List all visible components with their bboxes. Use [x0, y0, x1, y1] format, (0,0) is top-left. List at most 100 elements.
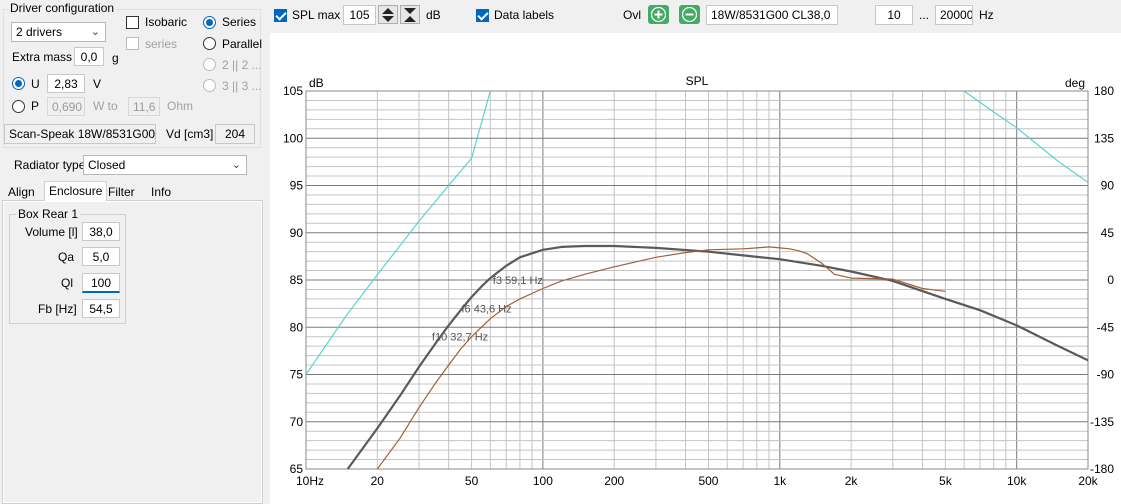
extra-mass-unit: g: [112, 51, 119, 65]
overlay-name-input[interactable]: 18W/8531G00 CL38,0: [706, 5, 838, 25]
ohm-unit: Ohm: [167, 99, 194, 113]
y-tick-label: 85: [290, 273, 304, 287]
y2-tick-label: 90: [1101, 179, 1115, 193]
chevron-down-icon: ⌄: [231, 159, 241, 171]
spl-chart[interactable]: f3 59,1 Hzf6 43,6 Hzf10 32,7 HzSPLdB deg6…: [270, 33, 1121, 504]
driver-name-field[interactable]: Scan-Speak 18W/8531G00: [4, 124, 156, 144]
db-unit: dB: [426, 8, 441, 22]
chevron-down-icon: ⌄: [90, 26, 100, 38]
data-labels-label: Data labels: [494, 8, 555, 22]
drivers-combo-value: 2 drivers: [16, 25, 63, 39]
spl-max-checkbox[interactable]: [274, 9, 287, 22]
freq-range-dots: ...: [919, 8, 930, 22]
add-overlay-button[interactable]: [648, 5, 669, 24]
p-label: P: [31, 99, 40, 113]
w-to-label: W to: [93, 99, 118, 113]
y2-tick-label: -90: [1097, 368, 1115, 382]
y-axis-label: dB: [309, 76, 324, 90]
isobaric-label: Isobaric: [145, 15, 188, 29]
y2-tick-label: -135: [1090, 415, 1114, 429]
series-sub-label: series: [145, 37, 178, 51]
arrow-up-down-icon: [382, 7, 394, 22]
opt-3x3-label: 3 || 3 ...: [222, 79, 262, 93]
data-label: f6 43,6 Hz: [461, 303, 511, 315]
spl-fit-button[interactable]: [400, 5, 420, 24]
hz-unit: Hz: [979, 8, 994, 22]
y-tick-label: 80: [290, 320, 304, 334]
fb-input[interactable]: 54,5: [82, 299, 120, 318]
drivers-combo[interactable]: 2 drivers ⌄: [11, 22, 106, 42]
x-tick-label: 5k: [939, 474, 953, 488]
u-unit: V: [93, 77, 102, 91]
vd-label: Vd [cm3]: [166, 127, 214, 141]
freq-max-input[interactable]: 20000: [935, 5, 973, 25]
radiator-type-label: Radiator type: [14, 158, 86, 172]
spl-up-down-button[interactable]: [378, 5, 398, 24]
u-input[interactable]: 2,83: [47, 74, 85, 93]
p-radio[interactable]: [12, 100, 25, 113]
x-tick-label: 20: [371, 474, 385, 488]
box-rear-title: Box Rear 1: [16, 207, 81, 221]
tab-align[interactable]: Align: [4, 183, 39, 201]
x-tick-label: 10Hz: [296, 474, 324, 488]
p-input[interactable]: 0,690: [47, 97, 85, 116]
radiator-type-value: Closed: [88, 158, 126, 172]
spl-max-label: SPL max: [292, 8, 341, 22]
ohm-input[interactable]: 11,6: [128, 97, 160, 116]
isobaric-checkbox[interactable]: [126, 16, 139, 29]
parallel-label: Parallel: [222, 37, 263, 51]
x-tick-label: 100: [533, 474, 553, 488]
y2-tick-label: -45: [1097, 320, 1115, 334]
series-label: Series: [222, 15, 257, 29]
plus-icon: [651, 7, 666, 22]
u-label: U: [31, 77, 40, 91]
data-label: f3 59,1 Hz: [493, 275, 543, 287]
chart-title: SPL: [686, 74, 709, 88]
x-tick-label: 200: [604, 474, 624, 488]
arrow-collapse-icon: [404, 7, 416, 22]
freq-min-input[interactable]: 10: [875, 5, 913, 25]
y2-tick-label: 180: [1094, 84, 1114, 98]
fb-label: Fb [Hz]: [38, 302, 77, 316]
vd-field[interactable]: 204: [215, 124, 255, 144]
qa-label: Qa: [58, 250, 75, 264]
ql-label: Ql: [61, 276, 73, 290]
y-tick-label: 70: [290, 415, 304, 429]
x-tick-label: 1k: [773, 474, 787, 488]
y-tick-label: 75: [290, 368, 304, 382]
parallel-radio[interactable]: [203, 37, 216, 50]
opt-3x3-radio[interactable]: [203, 79, 216, 92]
spl-max-input[interactable]: 105: [343, 5, 376, 25]
series-sub-checkbox[interactable]: [126, 37, 139, 50]
opt-2x2-label: 2 || 2 ...: [222, 58, 262, 72]
y-tick-label: 90: [290, 226, 304, 240]
x-tick-label: 2k: [845, 474, 859, 488]
tab-filter[interactable]: Filter: [104, 183, 139, 201]
y2-tick-label: 0: [1107, 273, 1114, 287]
ql-input[interactable]: 100: [82, 273, 120, 293]
qa-input[interactable]: 5,0: [82, 247, 120, 266]
x-tick-label: 50: [465, 474, 479, 488]
extra-mass-input[interactable]: 0,0: [74, 47, 104, 66]
x-tick-label: 20k: [1078, 474, 1098, 488]
x-tick-label: 500: [698, 474, 718, 488]
data-label: f10 32,7 Hz: [432, 332, 488, 344]
y2-tick-label: 135: [1094, 131, 1114, 145]
u-radio[interactable]: [12, 77, 25, 90]
data-labels-checkbox[interactable]: [476, 9, 489, 22]
tab-info[interactable]: Info: [147, 183, 175, 201]
extra-mass-label: Extra mass: [12, 50, 73, 64]
y2-axis-label: deg: [1065, 76, 1085, 90]
y-tick-label: 95: [290, 179, 304, 193]
y2-tick-label: 45: [1101, 226, 1115, 240]
tab-enclosure[interactable]: Enclosure: [44, 181, 108, 201]
radiator-type-combo[interactable]: Closed ⌄: [83, 155, 247, 175]
opt-2x2-radio[interactable]: [203, 58, 216, 71]
volume-label: Volume [l]: [25, 225, 78, 239]
series-radio[interactable]: [203, 16, 216, 29]
remove-overlay-button[interactable]: [679, 5, 700, 24]
y-tick-label: 100: [283, 131, 303, 145]
ovl-label: Ovl: [623, 8, 641, 22]
minus-icon: [682, 7, 697, 22]
volume-input[interactable]: 38,0: [82, 222, 120, 241]
